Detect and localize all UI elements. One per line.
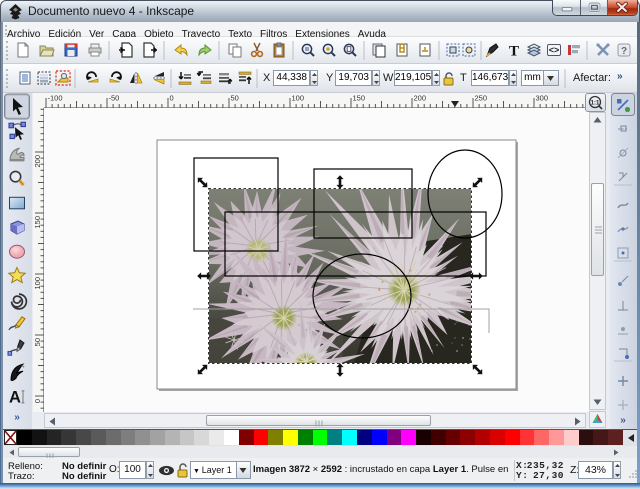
svg-text:»: » [620,415,626,426]
svg-text:50: 50 [33,338,42,346]
svg-text:0: 0 [170,94,174,103]
svg-text:-50: -50 [109,94,120,103]
svg-text:»: » [14,412,20,423]
svg-text:50: 50 [231,94,239,103]
svg-text:200: 200 [33,155,42,168]
svg-text:200: 200 [414,94,427,103]
svg-text:100: 100 [33,277,42,290]
svg-text:100: 100 [292,94,305,103]
svg-text:-100: -100 [48,94,63,103]
svg-text:A: A [9,388,21,406]
svg-text:1:1: 1:1 [591,101,600,107]
svg-text:?: ? [621,46,627,57]
svg-text:T: T [509,44,519,60]
svg-text:150: 150 [33,216,42,229]
svg-text:300: 300 [536,94,549,103]
svg-text:250: 250 [475,94,488,103]
svg-text:<>: <> [549,45,560,55]
svg-text:150: 150 [353,94,366,103]
